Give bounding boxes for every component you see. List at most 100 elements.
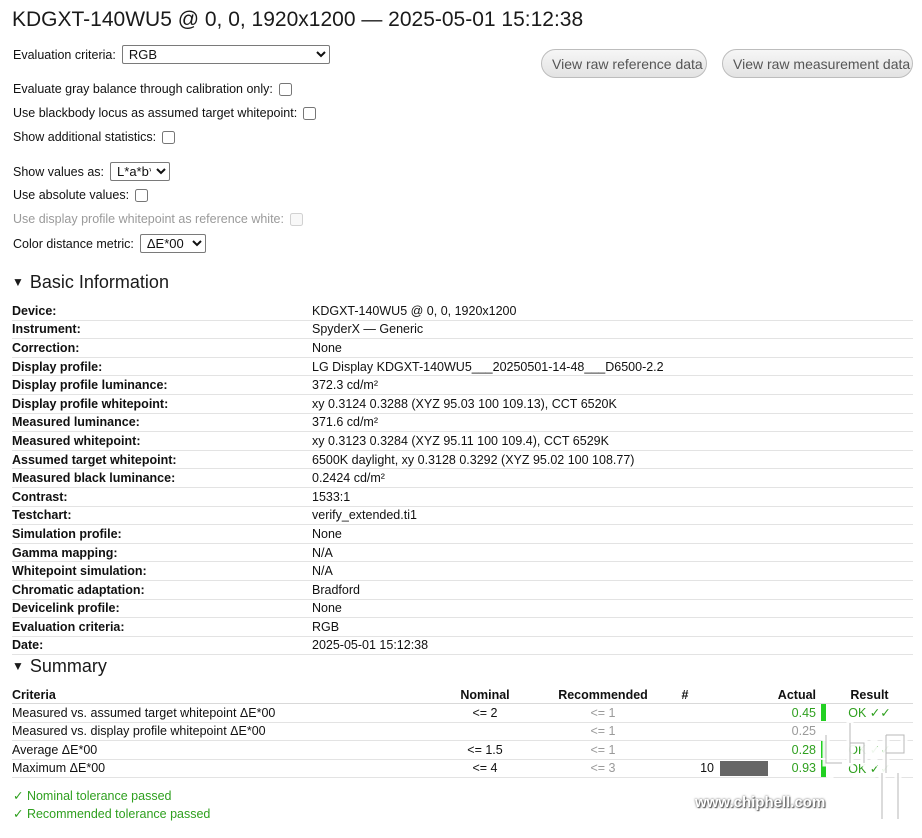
info-value: KDGXT-140WU5 @ 0, 0, 1920x1200 [312, 302, 913, 321]
basic-information-heading[interactable]: ▼ Basic Information [12, 272, 169, 293]
info-row: Display profile luminance: 372.3 cd/m² [12, 375, 913, 395]
info-key: Measured luminance: [12, 413, 312, 433]
additional-stats-label: Show additional statistics: [13, 130, 157, 144]
evaluation-criteria-select[interactable]: RGB [121, 45, 330, 64]
info-value: N/A [312, 543, 913, 563]
summary-row: Measured vs. assumed target whitepoint Δ… [12, 703, 913, 723]
info-key: Simulation profile: [12, 524, 312, 544]
show-values-row: Show values as: L*a*b* [13, 162, 171, 181]
distance-metric-select[interactable]: ΔE*00 [139, 234, 206, 253]
evaluation-criteria-label: Evaluation criteria: [13, 47, 116, 62]
bar-cell [720, 740, 772, 760]
info-key: Testchart: [12, 506, 312, 526]
absolute-values-checkbox[interactable] [135, 188, 149, 202]
info-row: Device: KDGXT-140WU5 @ 0, 0, 1920x1200 [12, 302, 913, 321]
blackbody-row: Use blackbody locus as assumed target wh… [13, 106, 317, 120]
gray-balance-label: Evaluate gray balance through calibratio… [13, 82, 273, 96]
distance-metric-label: Color distance metric: [13, 236, 134, 251]
info-value: LG Display KDGXT-140WU5___20250501-14-48… [312, 357, 913, 377]
info-key: Display profile luminance: [12, 375, 312, 395]
count-cell: 10 [656, 759, 720, 778]
info-value: 6500K daylight, xy 0.3128 0.3292 (XYZ 95… [312, 450, 913, 470]
info-row: Whitepoint simulation: N/A [12, 561, 913, 581]
actual-header: Actual [772, 686, 816, 704]
info-value: None [312, 338, 913, 358]
profile-whitepoint-row: Use display profile whitepoint as refere… [13, 212, 303, 226]
criteria-cell: Average ΔE*00 [12, 740, 420, 760]
info-value: Bradford [312, 580, 913, 600]
summary-heading[interactable]: ▼ Summary [12, 656, 107, 677]
info-value: 0.2424 cd/m² [312, 468, 913, 488]
bar-header [720, 686, 772, 704]
criteria-cell: Measured vs. display profile whitepoint … [12, 722, 420, 741]
recommended-cell: <= 1 [550, 740, 656, 760]
info-value: 372.3 cd/m² [312, 375, 913, 395]
info-row: Display profile whitepoint: xy 0.3124 0.3… [12, 394, 913, 414]
bar-cell [720, 722, 772, 741]
actual-cell: 0.45 [772, 703, 816, 723]
nominal-header: Nominal [420, 686, 550, 704]
info-key: Whitepoint simulation: [12, 561, 312, 581]
info-value: xy 0.3123 0.3284 (XYZ 95.11 100 109.4), … [312, 431, 913, 451]
show-values-label: Show values as: [13, 164, 105, 179]
count-cell [656, 722, 720, 741]
summary-row: Measured vs. display profile whitepoint … [12, 722, 913, 741]
info-key: Devicelink profile: [12, 599, 312, 619]
distance-metric-row: Color distance metric: ΔE*00 [13, 234, 206, 253]
info-row: Display profile: LG Display KDGXT-140WU5_… [12, 357, 913, 377]
basic-information-table: Device: KDGXT-140WU5 @ 0, 0, 1920x1200 Ins… [12, 302, 913, 656]
info-value: None [312, 599, 913, 619]
view-raw-measurement-button[interactable]: View raw measurement data [722, 49, 913, 78]
info-row: Testchart: verify_extended.ti1 [12, 506, 913, 526]
gray-balance-checkbox[interactable] [278, 82, 292, 96]
nominal-cell [420, 722, 550, 741]
info-key: Display profile: [12, 357, 312, 377]
info-key: Chromatic adaptation: [12, 580, 312, 600]
gray-balance-row: Evaluate gray balance through calibratio… [13, 82, 292, 96]
info-value: None [312, 524, 913, 544]
view-raw-reference-button[interactable]: View raw reference data [541, 49, 707, 78]
info-value: SpyderX — Generic [312, 320, 913, 340]
additional-stats-checkbox[interactable] [162, 130, 176, 144]
recommended-cell: <= 1 [550, 703, 656, 723]
actual-cell: 0.25 [772, 722, 816, 741]
info-value: N/A [312, 561, 913, 581]
count-header: # [656, 686, 720, 704]
info-row: Chromatic adaptation: Bradford [12, 580, 913, 600]
info-row: Measured black luminance: 0.2424 cd/m² [12, 468, 913, 488]
criteria-cell: Maximum ΔE*00 [12, 759, 420, 778]
summary-header-row: Criteria Nominal Recommended # Actual Re… [12, 686, 913, 704]
info-row: Measured whitepoint: xy 0.3123 0.3284 (XY… [12, 431, 913, 451]
info-key: Date: [12, 636, 312, 656]
watermark-text: www.chiphell.com [695, 794, 826, 811]
blackbody-checkbox[interactable] [303, 106, 317, 120]
info-row: Assumed target whitepoint: 6500K daylight… [12, 450, 913, 470]
evaluation-criteria-row: Evaluation criteria: RGB [13, 45, 330, 64]
show-values-select[interactable]: L*a*b* [110, 162, 171, 181]
recommended-cell: <= 3 [550, 759, 656, 778]
blackbody-label: Use blackbody locus as assumed target wh… [13, 106, 298, 120]
info-row: Gamma mapping: N/A [12, 543, 913, 563]
info-row: Simulation profile: None [12, 524, 913, 544]
recommended-header: Recommended [550, 686, 656, 704]
info-key: Correction: [12, 338, 312, 358]
info-value: 371.6 cd/m² [312, 413, 913, 433]
info-row: Measured luminance: 371.6 cd/m² [12, 413, 913, 433]
count-cell [656, 740, 720, 760]
summary-row: Maximum ΔE*00 <= 4 <= 3 10 0.93 OK ✓✓ [12, 759, 913, 778]
info-row: Instrument: SpyderX — Generic [12, 320, 913, 340]
info-row: Contrast: 1533:1 [12, 487, 913, 507]
info-key: Measured whitepoint: [12, 431, 312, 451]
bar-cell [720, 703, 772, 723]
nominal-pass-message: ✓ Nominal tolerance passed [13, 789, 172, 803]
recommended-cell: <= 1 [550, 722, 656, 741]
criteria-header: Criteria [12, 686, 420, 704]
info-row: Evaluation criteria: RGB [12, 617, 913, 637]
info-row: Date: 2025-05-01 15:12:38 [12, 636, 913, 656]
nominal-cell: <= 4 [420, 759, 550, 778]
info-value: RGB [312, 617, 913, 637]
indicator-header [816, 686, 826, 704]
info-key: Gamma mapping: [12, 543, 312, 563]
collapse-triangle-icon: ▼ [12, 659, 24, 673]
nominal-cell: <= 2 [420, 703, 550, 723]
